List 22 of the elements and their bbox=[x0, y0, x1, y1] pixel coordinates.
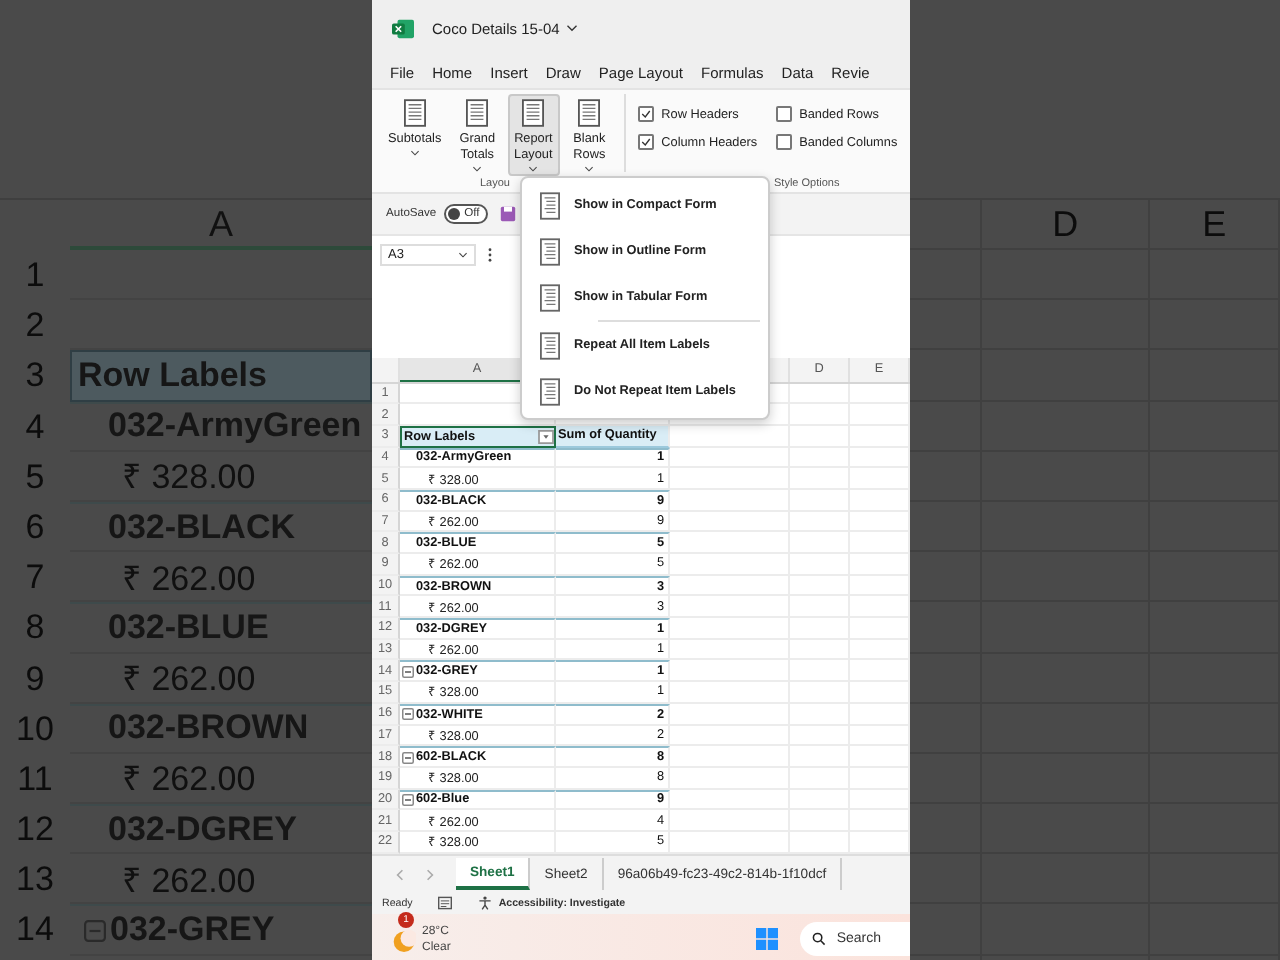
column-header: D bbox=[1052, 204, 1079, 244]
table-cell-text: ₹ 262.00 bbox=[122, 758, 256, 801]
row-number: 5 bbox=[23, 455, 47, 500]
row-number: 3 bbox=[23, 354, 47, 399]
row-number: 13 bbox=[14, 858, 56, 903]
table-cell-text: ₹ 262.00 bbox=[122, 658, 256, 701]
row-number: 7 bbox=[23, 556, 47, 601]
row-number: 9 bbox=[23, 657, 47, 701]
column-header: E bbox=[1202, 204, 1227, 244]
row-number: 8 bbox=[23, 606, 47, 651]
row-number: 6 bbox=[23, 505, 47, 550]
row-number: 2 bbox=[23, 304, 47, 349]
table-header: Row Labels bbox=[78, 355, 267, 396]
row-number: 12 bbox=[14, 808, 56, 853]
row-number: 10 bbox=[14, 707, 56, 752]
row-number: 14 bbox=[14, 908, 56, 953]
table-cell-text: ₹ 328.00 bbox=[122, 456, 256, 499]
table-cell-text: ₹ 262.00 bbox=[122, 859, 256, 902]
table-cell-text: ₹ 262.00 bbox=[122, 557, 256, 600]
row-number: 11 bbox=[15, 757, 55, 802]
row-number: 4 bbox=[23, 405, 47, 450]
row-number: 1 bbox=[23, 254, 47, 298]
